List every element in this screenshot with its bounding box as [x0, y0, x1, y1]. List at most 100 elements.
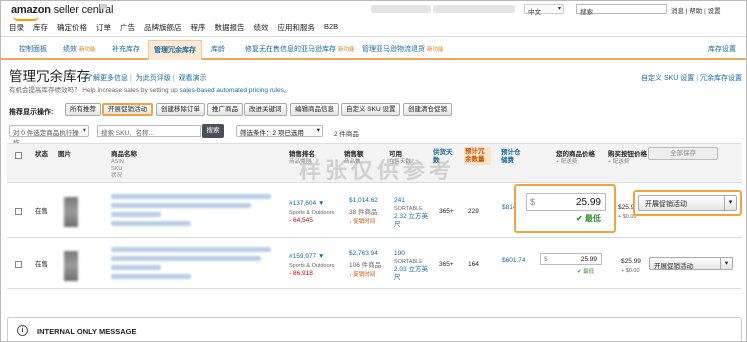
watch-demo-link[interactable]: 观看演示	[179, 75, 207, 82]
nav-item[interactable]: 数据报告	[215, 22, 245, 33]
sku-search-input[interactable]: 搜索 SKU、名称...	[97, 125, 201, 137]
sales-amount[interactable]: $1,014.62	[349, 197, 378, 205]
filter-select[interactable]: 筛选条件：2 项已选用	[236, 125, 323, 137]
nav-item[interactable]: 应用和服务	[278, 22, 316, 33]
nav-item[interactable]: 目录	[9, 22, 24, 33]
col-name[interactable]: 商品名称 ASIN SKU 状况	[111, 151, 137, 180]
tab-item[interactable]: 补充库存	[112, 44, 140, 54]
start-promotion-dropdown[interactable]: 开展促销活动 ▾	[638, 195, 737, 211]
product-thumbnail[interactable]	[64, 197, 78, 227]
save-all-button[interactable]: 全部保存	[648, 147, 718, 160]
product-thumbnail[interactable]	[64, 251, 78, 281]
price-value: 25.99	[580, 256, 597, 263]
start-promotion-dropdown[interactable]: 开展促销活动 ▾	[649, 257, 733, 270]
top-header: amazon seller central 中文 搜索 消息 | 帮助 | 设置…	[1, 1, 746, 37]
col-buybox[interactable]: 购买按钮价格 + 配送费	[608, 151, 647, 166]
custom-sku-settings-link[interactable]: 自定义 SKU 设置	[641, 75, 694, 82]
rate-page-link[interactable]: 为此页评级	[136, 75, 171, 82]
col-excess-units[interactable]: 预计冗余数量	[464, 147, 491, 165]
table-row: 在售 #159,977 ▼ Sports & Outdoors - 86,918…	[7, 239, 742, 289]
rank-value: #159,977	[289, 253, 317, 260]
filter-clearance-button[interactable]: 创建清仓促销	[403, 103, 452, 116]
action-label: 开展促销活动	[654, 263, 693, 270]
tab-label: 补充库存	[112, 46, 140, 53]
pricing-rules-link[interactable]: sales-based automated pricing rules	[180, 87, 284, 94]
filter-removal-button[interactable]: 创建移除订单	[156, 103, 205, 116]
nav-item[interactable]: 广告	[120, 22, 135, 33]
tab-item[interactable]: 控制面板	[19, 44, 47, 54]
storage-cost[interactable]: $601.74	[502, 257, 526, 265]
chevron-down-icon[interactable]: ▾	[724, 196, 736, 210]
seller-central-page: amazon seller central 中文 搜索 消息 | 帮助 | 设置…	[0, 0, 747, 342]
excess-settings-link[interactable]: 冗余库存设置	[700, 75, 742, 82]
available-qty[interactable]: 190	[394, 250, 405, 258]
tab-item[interactable]: 库龄	[211, 44, 225, 54]
col-storage-cost[interactable]: 预计仓储费	[501, 149, 525, 165]
amazon-logo[interactable]: amazon seller central	[11, 4, 113, 16]
subtitle-text: 有机会提高库存绩效吗？ Help increase sales by setti…	[9, 87, 178, 94]
buybox-shipping: + $0.00	[621, 268, 640, 274]
chevron-down-icon[interactable]: ▾	[720, 258, 732, 269]
col-status[interactable]: 状态	[35, 151, 48, 159]
settings-links: 自定义 SKU 设置 | 冗余库存设置	[641, 75, 743, 82]
tab-item[interactable]: 修复无在售信息的亚马逊库存 新功能	[245, 44, 355, 54]
asin-redacted	[111, 212, 161, 217]
filter-all-button[interactable]: 所有推荐	[65, 103, 101, 116]
row-status: 在售	[35, 261, 48, 268]
header-links[interactable]: 消息 | 帮助 | 设置	[671, 5, 721, 15]
rank-category: Sports & Outdoors	[289, 210, 335, 216]
col-sku-label: SKU	[111, 166, 123, 172]
sales-amount[interactable]: $2,763.94	[349, 250, 378, 258]
filter-promotion-button[interactable]: 开展促销活动	[102, 103, 153, 116]
filter-custom-sku-button[interactable]: 自定义 SKU 设置	[341, 103, 401, 116]
main-nav: 目录 库存 确定价格 订单 广告 品牌旗舰店 程序 数据报告 绩效 应用和服务 B2B	[9, 22, 347, 33]
tab-label: 管理亚马逊物流退货	[362, 46, 425, 53]
col-condition-label: 状况	[111, 173, 123, 179]
tab-item[interactable]: 绩效 新功能	[63, 44, 96, 54]
nav-item[interactable]: 绩效	[254, 22, 269, 33]
row-checkbox[interactable]	[15, 261, 22, 268]
sortable-label: SORTABLE	[394, 206, 423, 212]
excess-units: 164	[468, 261, 479, 268]
search-button[interactable]: 搜索	[202, 124, 224, 138]
product-name-redacted[interactable]	[111, 247, 271, 252]
sales-rank[interactable]: #159,977 ▼	[289, 253, 324, 261]
filter-keywords-button[interactable]: 改进关键词	[244, 103, 287, 116]
item-count: 2 件商品	[334, 131, 359, 138]
nav-item[interactable]: 订单	[96, 22, 111, 33]
col-your-price-label: 您的商品价格	[556, 151, 595, 158]
marketplace-select-redacted[interactable]	[433, 5, 515, 13]
tab-item[interactable]: 库存设置	[708, 44, 736, 54]
row-checkbox[interactable]	[15, 208, 22, 215]
store-name-redacted	[371, 5, 431, 13]
col-your-price[interactable]: 您的商品价格 + 配送费	[556, 151, 595, 166]
price-input[interactable]: $ 25.99	[540, 253, 602, 265]
tab-label: 修复无在售信息的亚马逊库存	[245, 46, 336, 53]
price-input[interactable]: $ 25.99	[526, 193, 606, 211]
tab-item[interactable]: 管理冗余库存	[148, 40, 202, 60]
rank-change: - 86,918	[289, 270, 313, 277]
nav-item[interactable]: 确定价格	[57, 22, 87, 33]
tab-item[interactable]: 管理亚马逊物流退货 新功能	[362, 44, 444, 54]
batch-action-select[interactable]: 对 0 件选定商品执行操作	[9, 125, 89, 147]
supply-days: 365+	[439, 208, 454, 215]
sales-rank[interactable]: #137,604 ▼	[289, 200, 324, 208]
filter-promote-button[interactable]: 推广商品	[207, 103, 243, 116]
filter-edit-listing-button[interactable]: 编辑商品信息	[290, 103, 339, 116]
product-name-redacted[interactable]	[111, 256, 261, 261]
internal-message-title: INTERNAL ONLY MESSAGE	[37, 327, 137, 336]
available-qty[interactable]: 241	[394, 197, 405, 205]
info-icon: i	[17, 325, 28, 336]
product-name-redacted[interactable]	[111, 203, 251, 208]
nav-item[interactable]: 库存	[33, 22, 48, 33]
product-name-redacted[interactable]	[111, 194, 271, 199]
language-select[interactable]: 中文	[524, 4, 564, 16]
flag-icon[interactable]	[99, 4, 107, 13]
nav-item[interactable]: 程序	[191, 22, 206, 33]
select-all-checkbox[interactable]	[15, 152, 22, 159]
header-search-input[interactable]: 搜索	[576, 4, 667, 16]
asin-redacted	[111, 265, 161, 270]
nav-item[interactable]: B2B	[324, 22, 338, 33]
nav-item[interactable]: 品牌旗舰店	[144, 22, 182, 33]
learn-more-link[interactable]: 了解更多信息	[86, 75, 128, 82]
